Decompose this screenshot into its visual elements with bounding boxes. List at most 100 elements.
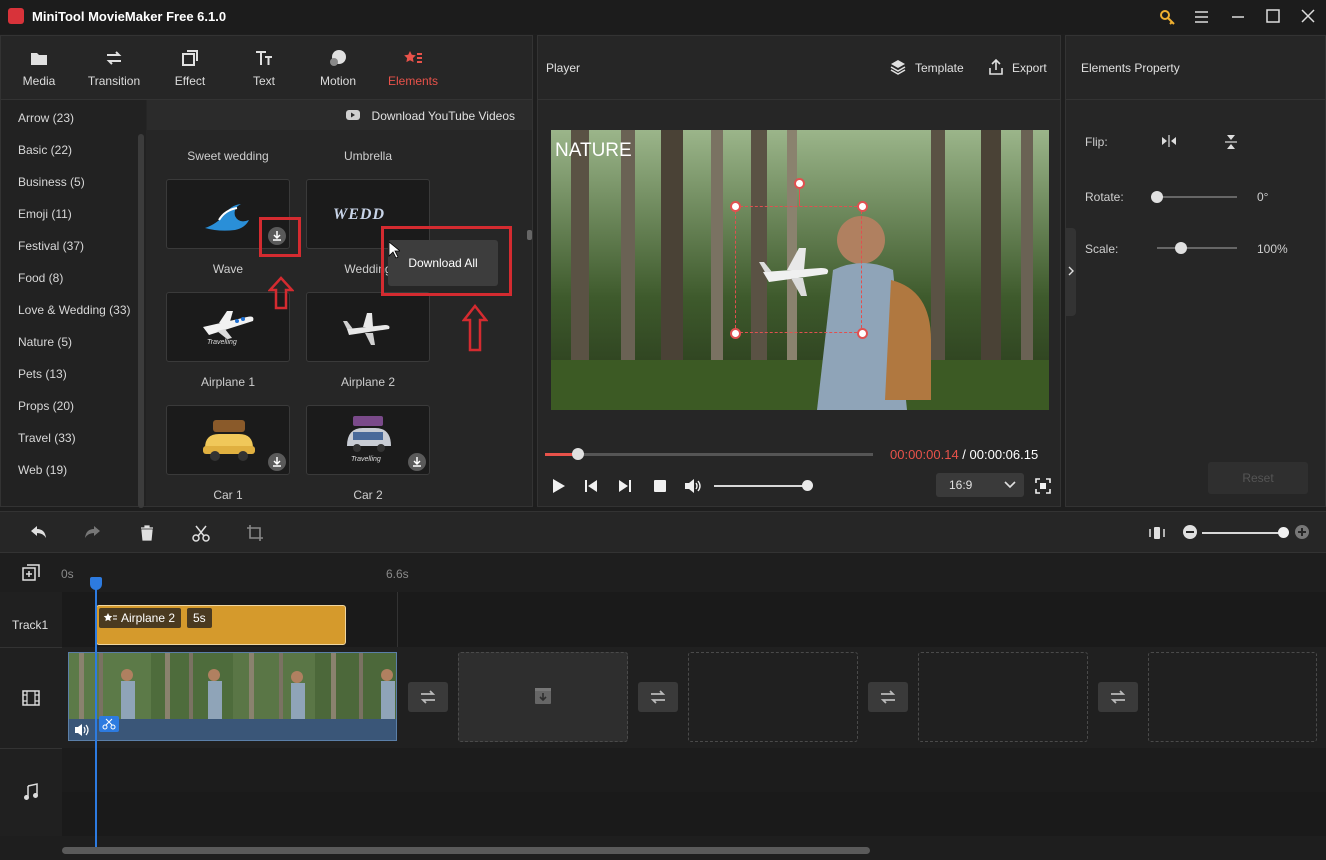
download-icon[interactable] [408,453,426,471]
elements-scrollbar[interactable] [527,230,532,240]
element-label: Car 2 [353,488,383,502]
zoom-out-icon[interactable] [1182,524,1200,542]
rotate-handle[interactable] [1151,191,1163,203]
category-scrollbar[interactable] [138,134,144,508]
flip-horizontal-icon[interactable] [1161,134,1177,148]
tab-effect[interactable]: Effect [158,48,222,88]
scale-slider[interactable] [1157,242,1237,254]
aspect-ratio-value: 16:9 [949,478,973,492]
previous-frame-icon[interactable] [583,478,599,494]
tab-motion[interactable]: Motion [306,48,370,88]
divider [397,592,398,647]
category-item[interactable]: Arrow (23) [18,111,74,125]
element-label: Wave [212,262,244,276]
minimize-icon[interactable] [1226,6,1250,28]
category-item[interactable]: Business (5) [18,175,85,189]
youtube-download-bar[interactable]: Download YouTube Videos [147,100,532,130]
resize-handle[interactable] [857,201,868,212]
category-item[interactable]: Emoji (11) [18,207,72,221]
split-scissors-icon[interactable] [192,524,210,542]
nature-title-overlay[interactable]: NATURE [555,140,632,162]
maximize-icon[interactable] [1261,6,1285,28]
add-track-icon[interactable] [22,564,40,582]
transition-slot-button[interactable] [638,682,678,712]
category-item[interactable]: Basic (22) [18,143,72,157]
download-icon[interactable] [268,453,286,471]
play-icon[interactable] [550,478,566,494]
transition-slot-button[interactable] [1098,682,1138,712]
red-arrow-icon [462,304,488,352]
time-display: 00:00:00.14 / 00:00:06.15 [890,447,1038,462]
playhead-handle[interactable] [90,577,102,590]
tab-label: Transition [87,74,141,88]
properties-panel: Elements Property Flip: Rotate: 0° Scale… [1065,35,1326,507]
media-drop-slot[interactable] [1148,652,1317,742]
zoom-in-icon[interactable] [1294,524,1312,542]
category-item[interactable]: Web (19) [18,463,67,477]
timeline-scrollbar[interactable] [62,847,870,854]
delete-icon[interactable] [138,524,156,542]
category-item[interactable]: Props (20) [18,399,74,413]
category-item[interactable]: Festival (37) [18,239,84,253]
transition-slot-button[interactable] [868,682,908,712]
progress-bar[interactable] [545,448,873,460]
redo-icon[interactable] [84,524,102,542]
divider [0,748,62,749]
flip-label: Flip: [1085,135,1108,149]
category-item[interactable]: Pets (13) [18,367,67,381]
scale-value: 100% [1257,242,1288,256]
close-icon[interactable] [1296,6,1320,28]
transition-icon [104,48,124,68]
video-preview[interactable]: NATURE [551,130,1049,410]
playhead-line[interactable] [95,577,97,847]
motion-icon [328,48,348,68]
tab-transition[interactable]: Transition [82,48,146,88]
zoom-handle[interactable] [1278,527,1289,538]
flip-vertical-icon[interactable] [1224,134,1238,150]
key-icon[interactable] [1156,6,1180,28]
tab-media[interactable]: Media [7,48,71,88]
zoom-slider[interactable] [1202,527,1289,538]
resize-handle[interactable] [730,328,741,339]
category-item[interactable]: Nature (5) [18,335,72,349]
fullscreen-icon[interactable] [1035,478,1051,494]
panel-collapse-toggle[interactable] [1066,228,1076,316]
scale-handle[interactable] [1175,242,1187,254]
volume-handle[interactable] [802,480,814,491]
video-track-icon [22,690,40,706]
split-marker-icon[interactable] [99,716,119,732]
video-clip[interactable] [68,652,397,741]
crop-icon[interactable] [246,524,264,542]
resize-handle[interactable] [730,201,741,212]
media-drop-slot[interactable] [458,652,628,742]
aspect-ratio-dropdown[interactable]: 16:9 [936,473,1024,497]
clip-volume-icon[interactable] [74,723,90,737]
tab-label: Elements [387,74,439,88]
category-item[interactable]: Food (8) [18,271,63,285]
element-thumb-airplane-2[interactable] [306,292,430,362]
volume-slider[interactable] [714,480,814,491]
media-drop-slot[interactable] [688,652,858,742]
element-clip[interactable]: Airplane 2 5s [96,605,346,645]
rotate-handle[interactable] [794,178,805,189]
transition-slot-button[interactable] [408,682,448,712]
media-drop-slot[interactable] [918,652,1088,742]
red-arrow-icon [268,276,294,310]
stop-icon[interactable] [652,478,668,494]
next-frame-icon[interactable] [617,478,633,494]
timeline-ruler[interactable]: 0s 6.6s [0,554,1326,592]
progress-handle[interactable] [571,448,584,460]
ruler-mark: 0s [61,567,74,581]
rotate-slider[interactable] [1151,191,1237,203]
resize-handle[interactable] [857,328,868,339]
menu-icon[interactable] [1190,6,1214,28]
volume-icon[interactable] [684,478,701,494]
tab-elements[interactable]: Elements [381,48,445,88]
reset-button[interactable]: Reset [1208,462,1308,494]
fit-zoom-icon[interactable] [1148,524,1166,542]
tab-text[interactable]: Text [232,48,296,88]
properties-header: Elements Property [1066,36,1325,100]
category-item[interactable]: Travel (33) [18,431,76,445]
undo-icon[interactable] [29,524,47,542]
category-item[interactable]: Love & Wedding (33) [18,303,131,317]
